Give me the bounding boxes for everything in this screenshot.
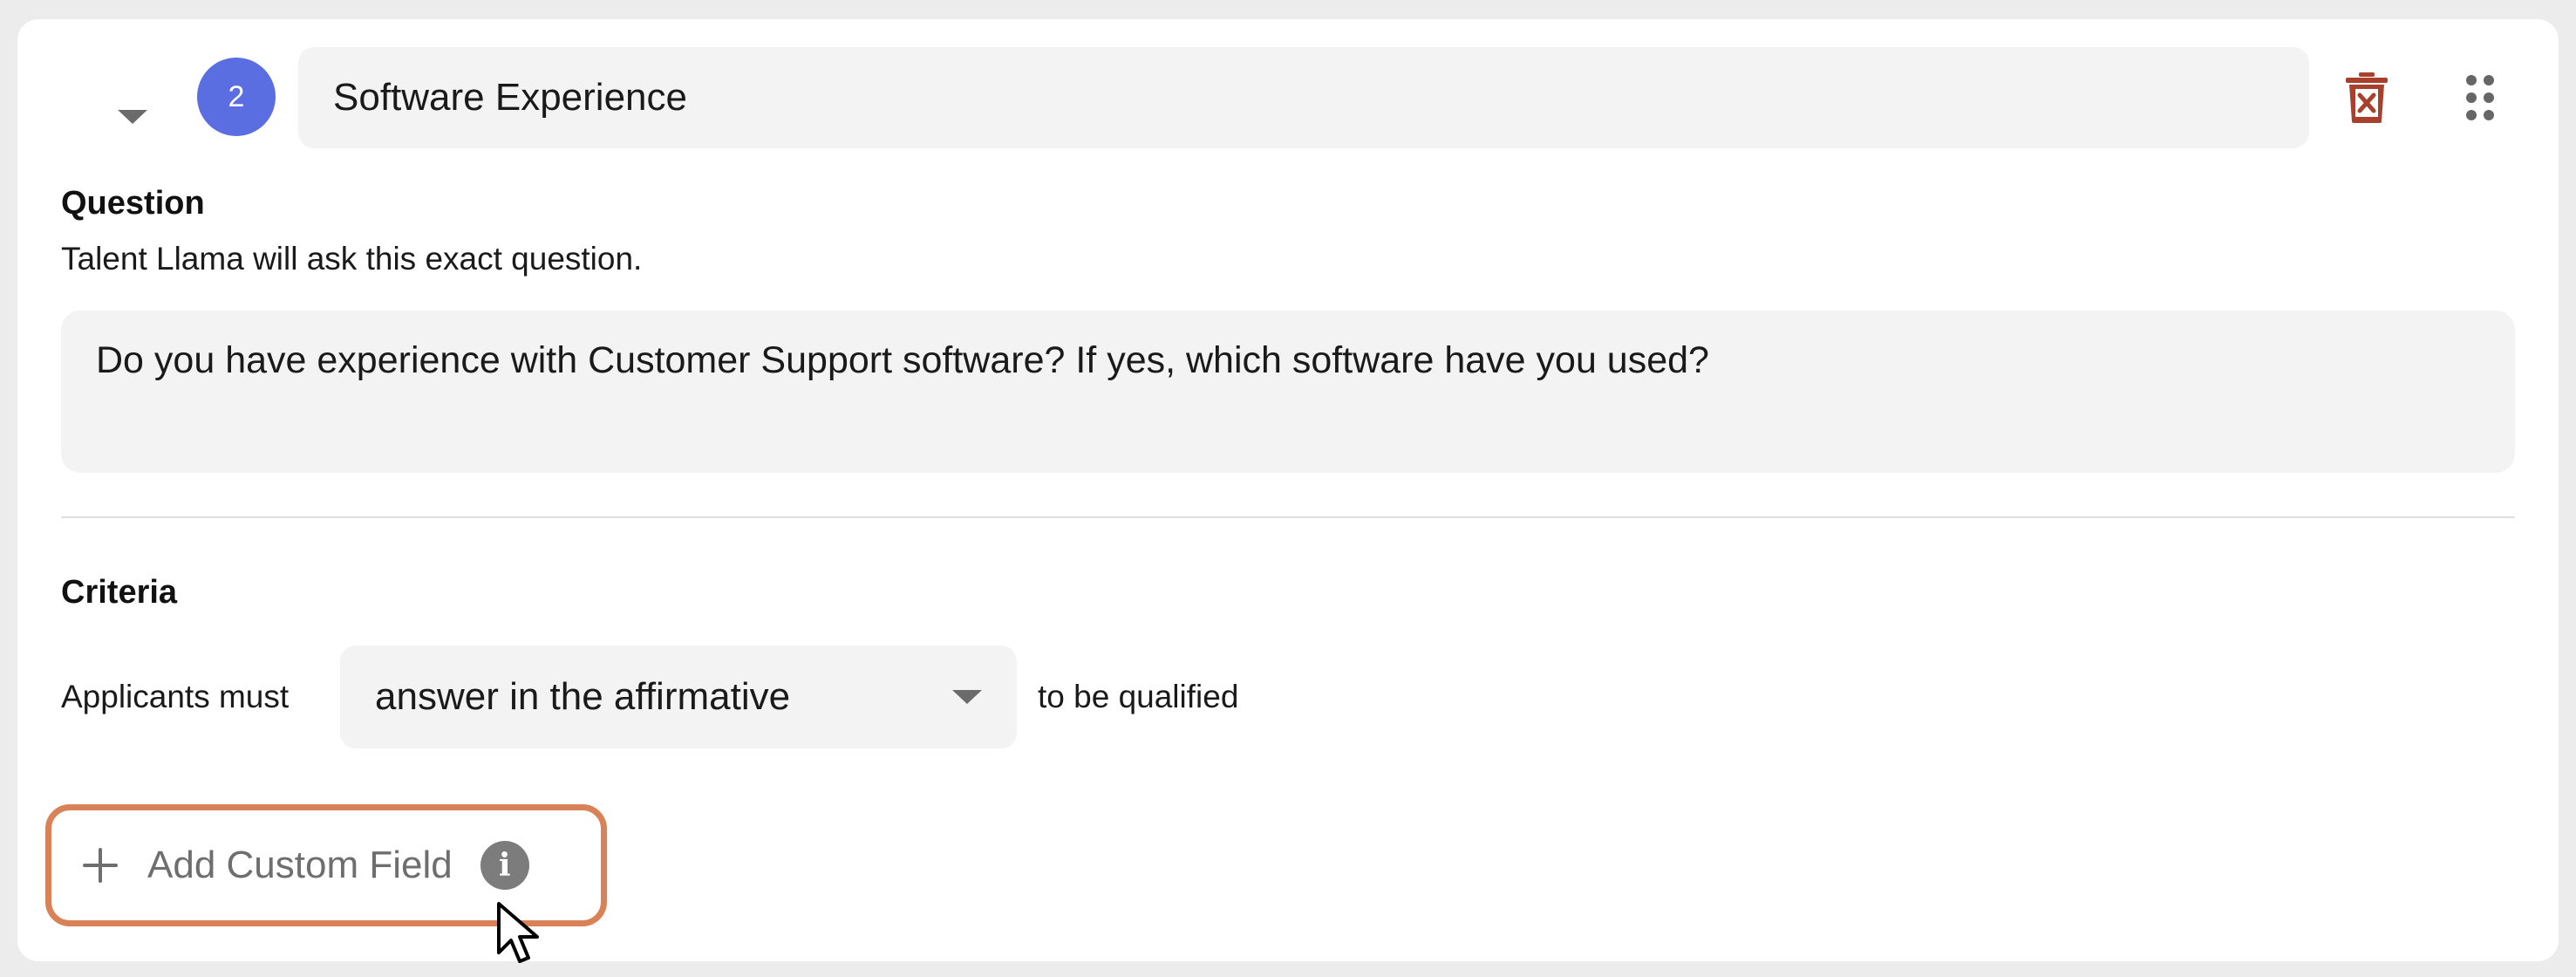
question-card: 2 Question Talent Llama will ask this ex… xyxy=(17,19,2559,963)
criteria-selected-value: answer in the affirmative xyxy=(375,675,791,718)
question-heading: Question xyxy=(61,185,205,222)
criteria-select[interactable]: answer in the affirmative xyxy=(340,646,1017,748)
chevron-down-icon xyxy=(952,690,982,704)
criteria-heading: Criteria xyxy=(61,574,178,611)
info-icon[interactable]: i xyxy=(480,841,529,890)
chevron-down-icon xyxy=(118,110,147,124)
criteria-prefix-text: Applicants must xyxy=(61,679,290,714)
section-divider xyxy=(61,516,2515,518)
mouse-pointer-icon xyxy=(497,902,539,963)
step-number-badge: 2 xyxy=(197,58,276,136)
question-title-input[interactable] xyxy=(298,47,2309,148)
delete-question-button[interactable] xyxy=(2332,63,2402,133)
add-custom-field-label: Add Custom Field xyxy=(147,844,453,886)
collapse-toggle-button[interactable] xyxy=(105,89,160,145)
plus-icon xyxy=(83,848,118,883)
trash-x-icon xyxy=(2346,72,2388,123)
question-helper-text: Talent Llama will ask this exact questio… xyxy=(61,241,643,277)
drag-handle-icon xyxy=(2466,75,2494,120)
criteria-suffix-text: to be qualified xyxy=(1038,679,1239,714)
question-text-input[interactable]: Do you have experience with Customer Sup… xyxy=(61,311,2515,473)
drag-handle-button[interactable] xyxy=(2445,63,2515,133)
